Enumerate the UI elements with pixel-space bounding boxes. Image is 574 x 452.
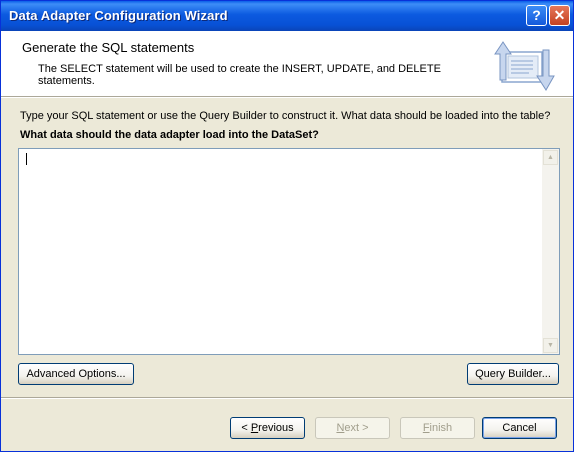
help-button[interactable]: ? [526,5,547,26]
footer-divider [1,397,573,399]
page-description: The SELECT statement will be used to cre… [38,63,441,87]
text-caret [26,153,27,165]
previous-label: revious [258,422,294,434]
scroll-down-icon[interactable]: ▼ [543,338,558,353]
instructions-text: Type your SQL statement or use the Query… [20,110,551,122]
scroll-up-icon[interactable]: ▲ [543,150,558,165]
close-button[interactable]: ✕ [549,5,570,26]
wizard-window: Data Adapter Configuration Wizard ? ✕ Ge… [0,0,574,452]
vertical-scrollbar[interactable]: ▲ ▼ [542,149,559,354]
next-button[interactable]: Next > [315,417,390,439]
next-label: ext > [344,422,369,434]
previous-prefix: < [241,422,251,434]
sql-statement-textarea[interactable]: ▲ ▼ [18,148,560,355]
advanced-options-button[interactable]: Advanced Options... [18,363,134,385]
previous-button[interactable]: < Previous [230,417,305,439]
sql-question-label: What data should the data adapter load i… [20,129,319,141]
wizard-header: Generate the SQL statements The SELECT s… [1,31,573,96]
header-divider [1,96,573,98]
query-builder-button[interactable]: Query Builder... [467,363,559,385]
finish-mnemonic: F [422,422,430,434]
cancel-button[interactable]: Cancel [482,417,557,439]
finish-label: inish [429,422,453,434]
wizard-exchange-icon [494,41,555,91]
title-bar[interactable]: Data Adapter Configuration Wizard ? ✕ [1,1,573,31]
window-title: Data Adapter Configuration Wizard [9,8,228,23]
finish-button[interactable]: Finish [400,417,475,439]
page-title: Generate the SQL statements [22,40,195,55]
